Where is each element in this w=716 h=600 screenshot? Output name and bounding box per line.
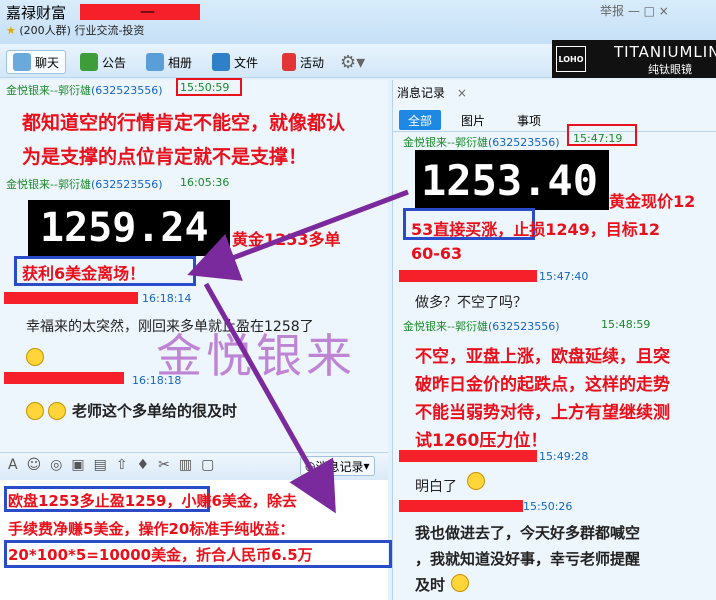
arrow [187,189,409,281]
qq-group-chat-window: 嘉禄财富 — ★ (200人群) 行业交流-投资 举报 — □ × 聊天 公告 … [0,0,716,600]
annotation-arrows [187,189,409,514]
arrow [203,282,336,514]
